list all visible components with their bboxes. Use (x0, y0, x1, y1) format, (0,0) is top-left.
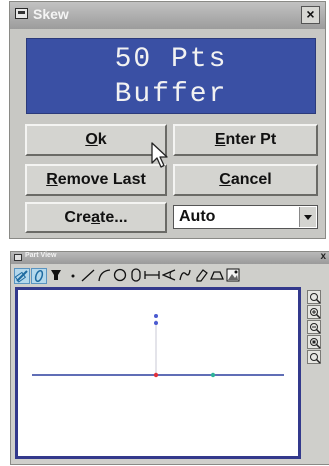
dialog-title: Skew (33, 6, 69, 22)
circle-icon[interactable] (112, 268, 128, 284)
mode-select[interactable]: Auto (173, 205, 318, 229)
part-view-title-bar: Part View x (11, 251, 329, 264)
enter-pt-button[interactable]: Enter Pt (173, 124, 318, 156)
zoom-prev-icon[interactable] (307, 350, 321, 364)
line-icon[interactable] (80, 268, 96, 284)
angle-icon[interactable] (161, 268, 177, 284)
status-display: 50 Pts Buffer (26, 38, 316, 114)
remove-last-button[interactable]: Remove Last (25, 164, 167, 196)
arc-icon[interactable] (96, 268, 112, 284)
zoom-in-icon[interactable] (307, 305, 321, 319)
eraser-icon[interactable] (193, 268, 209, 284)
part-view-app-icon (14, 254, 22, 261)
probe-icon[interactable] (31, 268, 47, 284)
slot-icon[interactable] (128, 268, 144, 284)
origin-marker (153, 372, 159, 378)
distance-icon[interactable] (144, 268, 160, 284)
part-view-toolbar (14, 268, 274, 286)
profile-icon[interactable] (209, 268, 225, 284)
point-icon[interactable] (65, 268, 81, 284)
close-button[interactable]: × (301, 6, 320, 24)
buffer-text: Buffer (114, 79, 228, 110)
part-view-title: Part View (25, 252, 57, 259)
cancel-button[interactable]: Cancel (173, 164, 318, 196)
points-count-text: 50 Pts (114, 44, 228, 75)
zoom-out-icon[interactable] (307, 320, 321, 334)
point-marker (154, 321, 158, 325)
part-view-canvas[interactable] (15, 287, 301, 459)
chevron-down-icon[interactable] (299, 207, 316, 227)
skew-dialog: Skew × 50 Pts Buffer Ok Enter Pt Remove … (9, 1, 326, 239)
curve-icon[interactable] (177, 268, 193, 284)
mouse-cursor-icon (151, 142, 168, 168)
part-view-window: Part View x (10, 251, 329, 465)
app-icon (15, 8, 28, 19)
ok-button[interactable]: Ok (25, 124, 167, 156)
tip-icon[interactable] (48, 268, 64, 284)
zoom-fit-icon[interactable] (307, 290, 321, 304)
zoom-window-icon[interactable] (307, 335, 321, 349)
mode-select-value: Auto (179, 208, 216, 225)
point-marker (210, 372, 216, 378)
create-button[interactable]: Create... (25, 202, 167, 233)
title-bar: Skew × (10, 2, 325, 29)
image-icon[interactable] (225, 268, 241, 284)
part-view-close-button[interactable]: x (320, 251, 326, 262)
select-icon[interactable] (14, 268, 30, 284)
point-marker (154, 314, 158, 318)
